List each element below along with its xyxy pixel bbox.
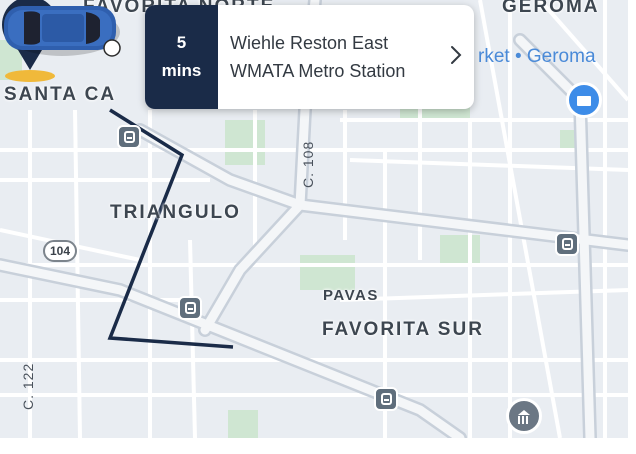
car-icon [4,6,121,57]
place-label-favorita-sur: FAVORITA SUR [322,319,484,340]
poi-label-market[interactable]: rket • Geroma [478,46,596,68]
shopping-icon[interactable] [566,82,602,118]
bus-stop-icon[interactable] [117,125,141,149]
bus-stop-icon[interactable] [178,296,202,320]
destination-line-1: Wiehle Reston East [230,33,389,53]
place-label-santa-cata: SANTA CA [4,84,117,105]
eta-value: 5 [176,33,187,52]
eta-badge: 5 mins [145,5,218,109]
place-label-geroma: GEROMA [502,0,600,17]
chevron-right-icon[interactable] [448,43,464,67]
government-building-icon[interactable] [506,398,542,434]
place-label-triangulo: TRIANGULO [110,202,241,223]
destination-card[interactable]: 5 mins Wiehle Reston East WMATA Metro St… [145,5,474,109]
road-label-c122: C. 122 [20,362,36,410]
app-screen: FAVORITA NORTE GEROMA SANTA CA TRIANGULO… [0,0,636,454]
bus-stop-icon[interactable] [374,387,398,411]
route-shield-104: 104 [43,240,77,262]
eta-unit: mins [161,61,202,80]
destination-line-2: WMATA Metro Station [230,61,406,81]
road-label-c108: C. 108 [300,140,316,188]
bus-stop-icon[interactable] [555,232,579,256]
destination-name: Wiehle Reston East WMATA Metro Station [230,29,405,85]
place-label-pavas: PAVAS [323,287,379,304]
